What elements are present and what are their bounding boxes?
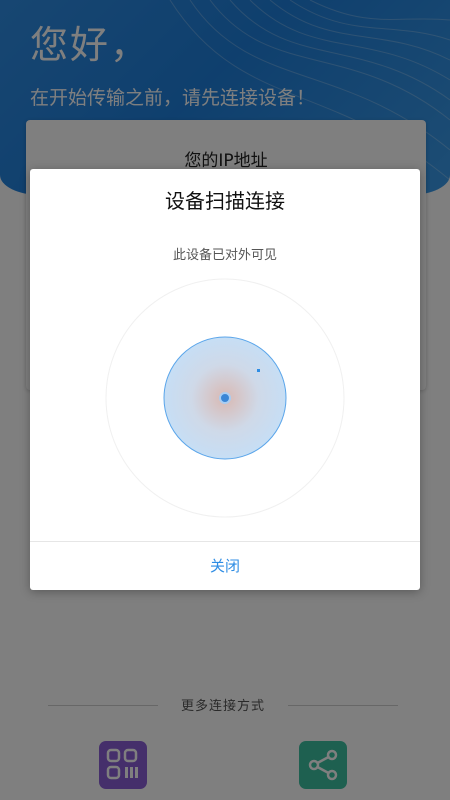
radar-center-dot bbox=[219, 392, 231, 404]
radar-scanner bbox=[105, 278, 345, 518]
radar-blip bbox=[257, 369, 260, 372]
close-button[interactable]: 关闭 bbox=[30, 542, 420, 590]
scan-connect-dialog: 设备扫描连接 此设备已对外可见 关闭 bbox=[30, 169, 420, 590]
